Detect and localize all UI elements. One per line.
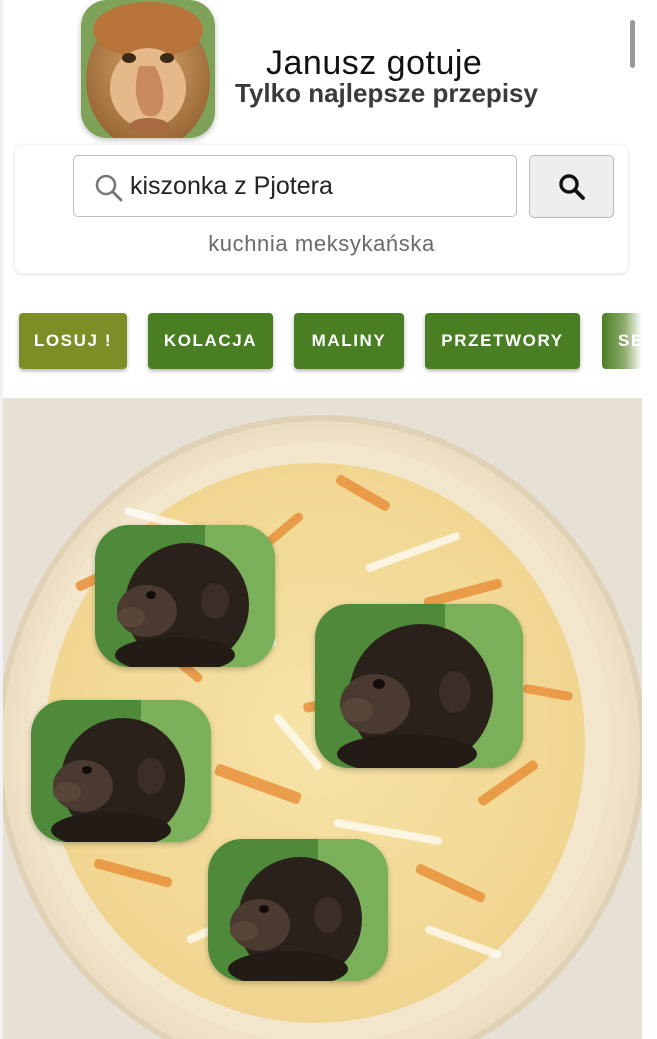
baby-monkey-icon <box>315 604 523 768</box>
baby-monkey-icon <box>31 700 211 842</box>
right-gutter <box>642 0 657 1039</box>
baby-monkey-overlay <box>95 525 275 667</box>
search-suggestion-link[interactable]: kuchnia meksykańska <box>15 231 628 257</box>
header: Janusz gotuje Tylko najlepsze przepisy <box>3 0 642 140</box>
baby-monkey-icon <box>95 525 275 667</box>
baby-monkey-overlay <box>31 700 211 842</box>
chip-partial[interactable]: SE <box>602 313 642 369</box>
search-icon <box>94 173 124 203</box>
baby-monkey-icon <box>208 839 388 981</box>
chip-maliny[interactable]: MALINY <box>294 313 404 369</box>
chip-przetwory[interactable]: PRZETWORY <box>425 313 580 369</box>
baby-monkey-overlay <box>208 839 388 981</box>
chip-kolacja[interactable]: KOLACJA <box>148 313 273 369</box>
scrollbar-thumb[interactable] <box>630 20 635 68</box>
proboscis-monkey-avatar <box>81 0 215 138</box>
left-edge <box>0 0 3 1039</box>
search-input-value[interactable]: kiszonka z Pjotera <box>130 172 333 201</box>
logo-image[interactable] <box>81 0 215 138</box>
search-icon <box>558 173 586 201</box>
chip-losuj[interactable]: LOSUJ ! <box>19 313 127 369</box>
baby-monkey-overlay <box>315 604 523 768</box>
site-subtitle: Tylko najlepsze przepisy <box>235 78 538 108</box>
search-input[interactable]: kiszonka z Pjotera <box>73 155 517 217</box>
recipe-hero-image[interactable] <box>3 398 642 1039</box>
search-button[interactable] <box>529 155 614 218</box>
page: Janusz gotuje Tylko najlepsze przepisy k… <box>0 0 657 1039</box>
search-card: kiszonka z Pjotera kuchnia meksykańska <box>15 145 628 273</box>
category-chips: LOSUJ ! KOLACJA MALINY PRZETWORY SE <box>0 313 642 373</box>
